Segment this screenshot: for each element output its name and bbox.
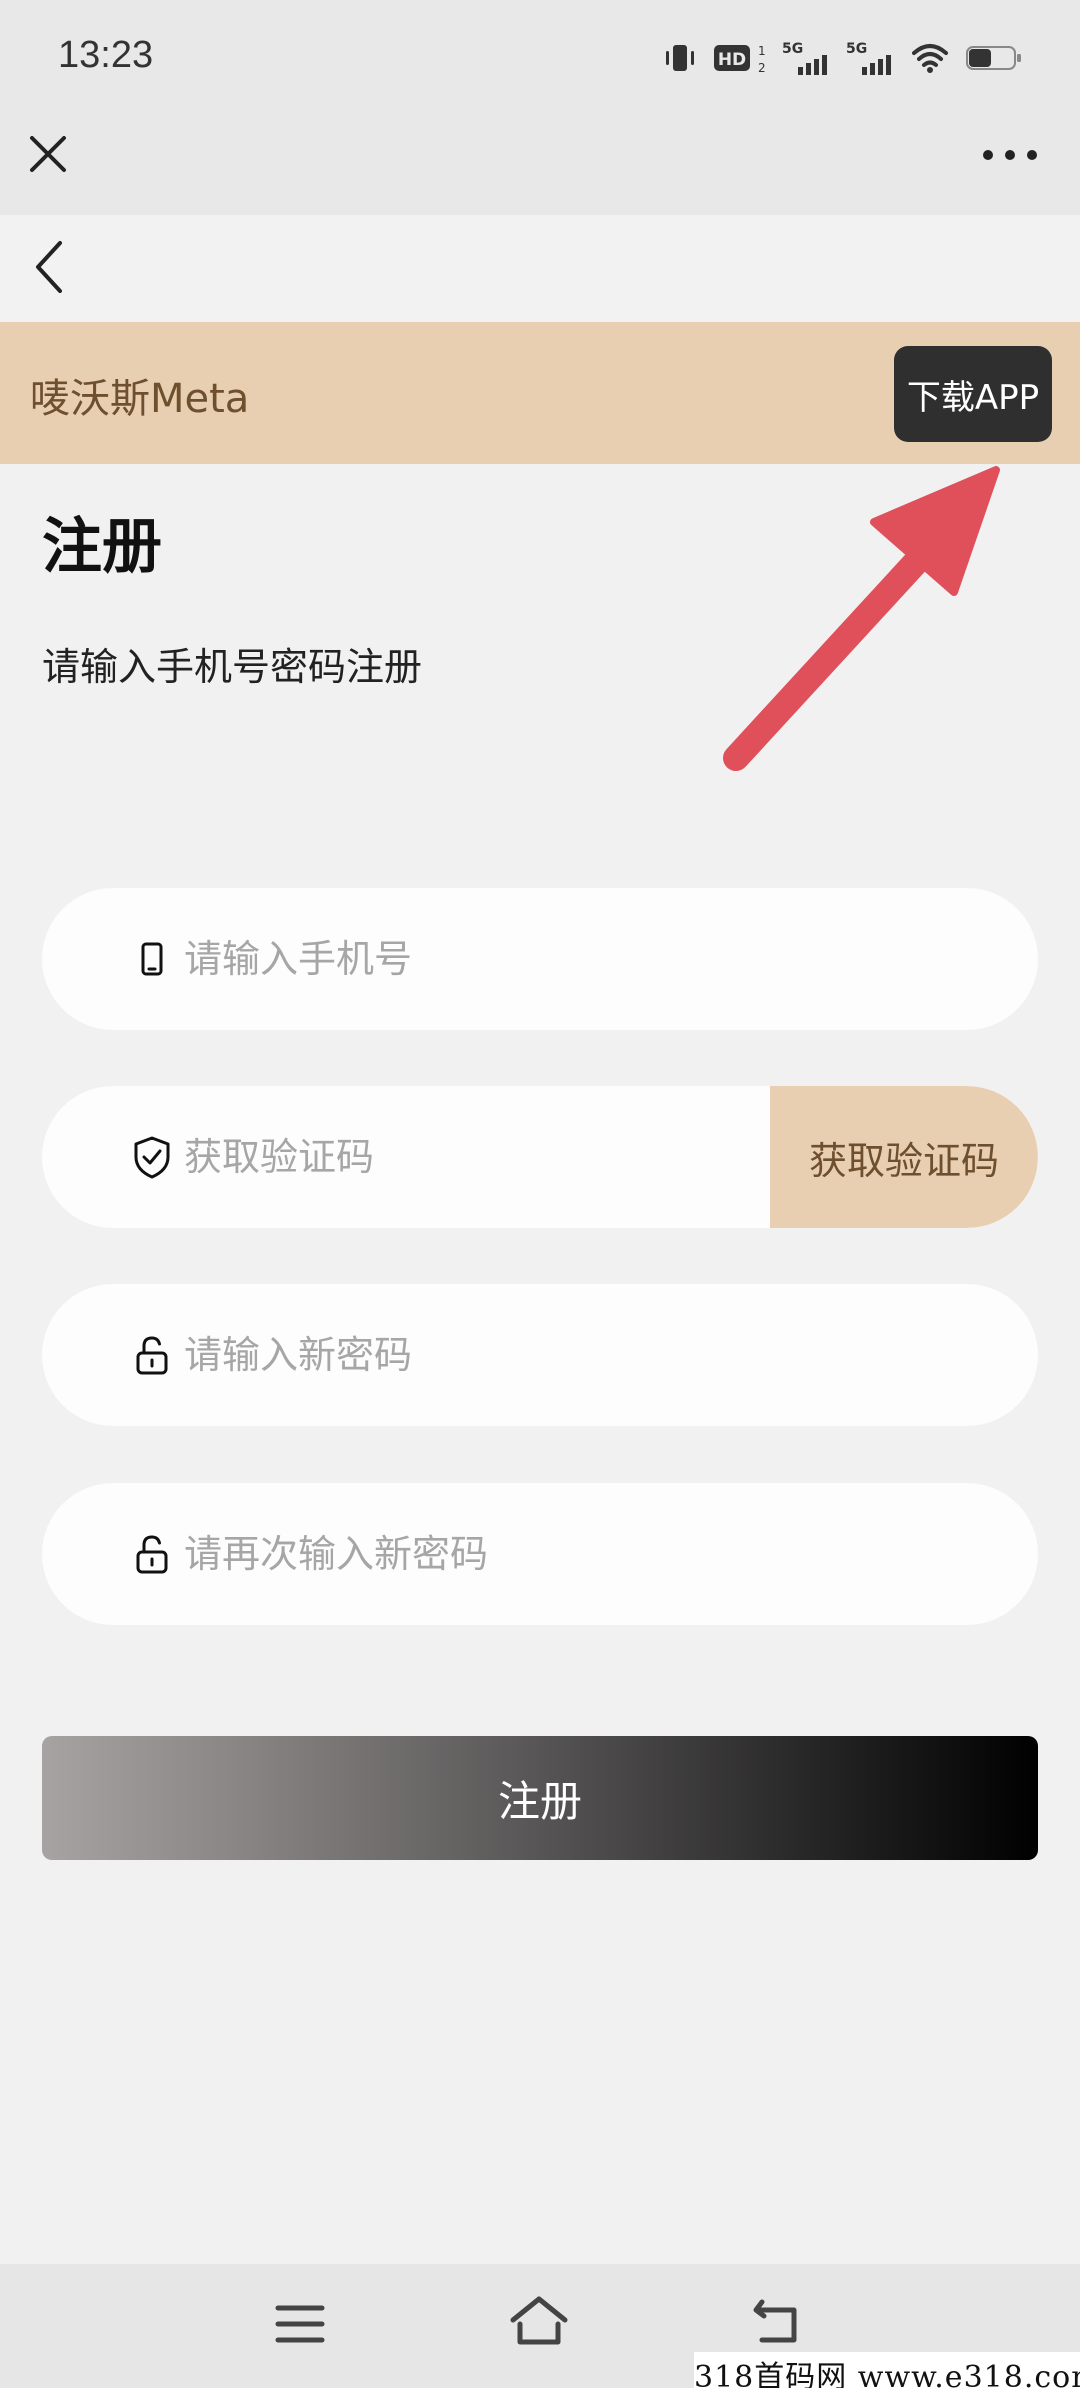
app-banner: 唛沃斯Meta 下载APP (0, 322, 1080, 464)
phone-input[interactable] (184, 888, 804, 1030)
confirm-password-input[interactable] (184, 1483, 804, 1625)
chevron-left-icon[interactable] (28, 237, 72, 297)
battery-icon (966, 46, 1021, 70)
page-subtitle: 请输入手机号密码注册 (42, 645, 423, 689)
wifi-icon (912, 44, 948, 73)
status-bar: 13:23 HD 1 2 5G 5G (0, 0, 1080, 120)
status-icons: HD 1 2 5G 5G (662, 36, 1022, 80)
webview-toolbar (0, 120, 1080, 215)
verification-code-input[interactable] (184, 1086, 744, 1228)
hd-icon: HD 1 2 (714, 44, 766, 75)
svg-text:2: 2 (758, 61, 766, 75)
new-password-field[interactable] (42, 1284, 1038, 1426)
verification-code-field[interactable]: 获取验证码 (42, 1086, 1038, 1228)
back-row (0, 215, 1080, 323)
page-title: 注册 (42, 512, 162, 582)
lock-icon (136, 1535, 168, 1574)
banner-title: 唛沃斯Meta (30, 376, 250, 422)
get-code-button[interactable]: 获取验证码 (770, 1086, 1038, 1228)
svg-text:5G: 5G (846, 41, 867, 57)
annotation-arrow-icon (723, 466, 1000, 771)
status-time: 13:23 (58, 34, 154, 76)
svg-text:1: 1 (758, 44, 766, 58)
watermark: 318首码网 www.e318.com (694, 2352, 1080, 2388)
menu-icon[interactable] (274, 2302, 326, 2346)
register-button[interactable]: 注册 (42, 1736, 1038, 1860)
new-password-input[interactable] (184, 1284, 804, 1426)
lock-icon (136, 1336, 168, 1375)
home-icon[interactable] (508, 2294, 570, 2348)
svg-text:HD: HD (718, 50, 746, 70)
svg-text:5G: 5G (782, 41, 803, 57)
confirm-password-field[interactable] (42, 1483, 1038, 1625)
back-icon[interactable] (752, 2296, 806, 2348)
signal-5g-icon: 5G (782, 41, 827, 75)
more-icon[interactable] (980, 148, 1040, 162)
download-app-button[interactable]: 下载APP (894, 346, 1052, 442)
phone-icon (141, 942, 163, 976)
shield-icon (134, 1136, 170, 1179)
close-icon[interactable] (26, 132, 70, 176)
vibrate-icon (666, 45, 694, 71)
phone-field[interactable] (42, 888, 1038, 1030)
system-nav-bar: 318首码网 www.e318.com (0, 2264, 1080, 2388)
signal-5g-icon: 5G (846, 41, 891, 75)
